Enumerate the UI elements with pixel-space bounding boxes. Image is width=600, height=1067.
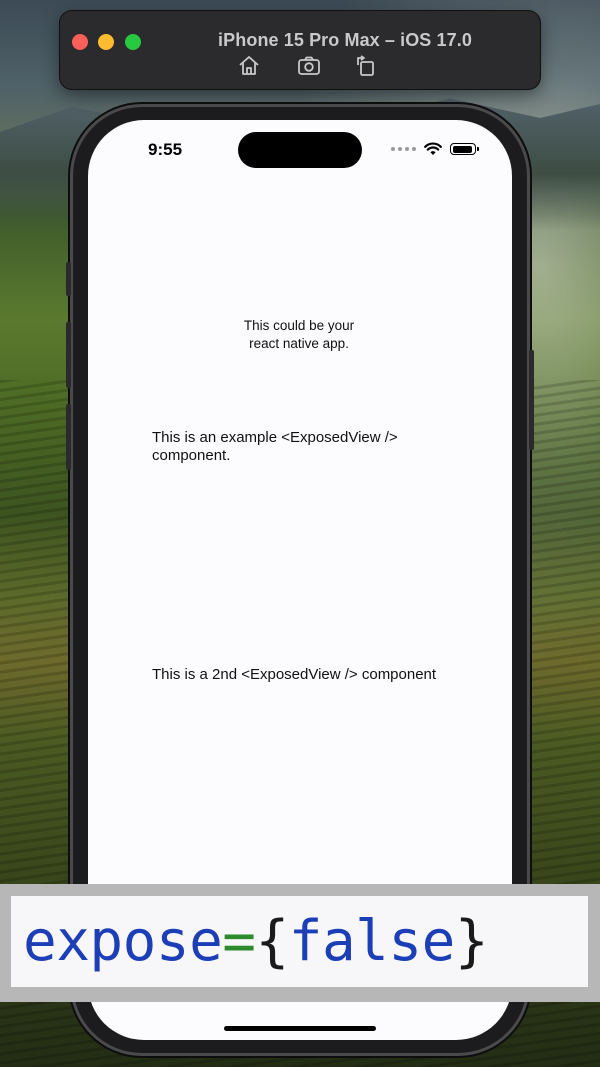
simulator-title-bar: iPhone 15 Pro Max – iOS 17.0 xyxy=(60,11,540,89)
exposed-view-1: This is an example <ExposedView /> compo… xyxy=(152,429,398,464)
status-time: 9:55 xyxy=(148,140,183,159)
side-button-volume-up xyxy=(66,322,71,388)
close-window-button[interactable] xyxy=(72,34,88,50)
status-indicators xyxy=(391,142,479,156)
side-button-volume-down xyxy=(66,404,71,470)
code-open-brace: { xyxy=(255,909,290,974)
battery-icon xyxy=(450,143,479,155)
home-icon[interactable] xyxy=(236,53,262,79)
code-close-brace: } xyxy=(454,909,489,974)
code-snippet: expose={false} xyxy=(11,896,588,987)
code-overlay-banner: expose={false} xyxy=(0,884,600,1002)
code-equals: = xyxy=(222,909,256,974)
minimize-window-button[interactable] xyxy=(98,34,114,50)
code-prop-value: false xyxy=(288,909,456,974)
rotate-icon[interactable] xyxy=(352,53,378,79)
screenshot-icon[interactable] xyxy=(296,53,322,79)
side-button-action xyxy=(66,262,71,296)
simulator-title: iPhone 15 Pro Max – iOS 17.0 xyxy=(218,30,472,50)
exposed-view-2: This is a 2nd <ExposedView /> component xyxy=(152,666,437,683)
code-prop-name: expose xyxy=(23,909,223,974)
home-indicator[interactable] xyxy=(224,1026,376,1031)
app-intro-text: This could be your react native app. xyxy=(243,318,355,351)
side-button-power xyxy=(529,350,534,450)
zoom-window-button[interactable] xyxy=(125,34,141,50)
dynamic-island xyxy=(238,132,362,168)
wifi-icon xyxy=(424,142,442,156)
cellular-dots-icon xyxy=(391,147,416,151)
